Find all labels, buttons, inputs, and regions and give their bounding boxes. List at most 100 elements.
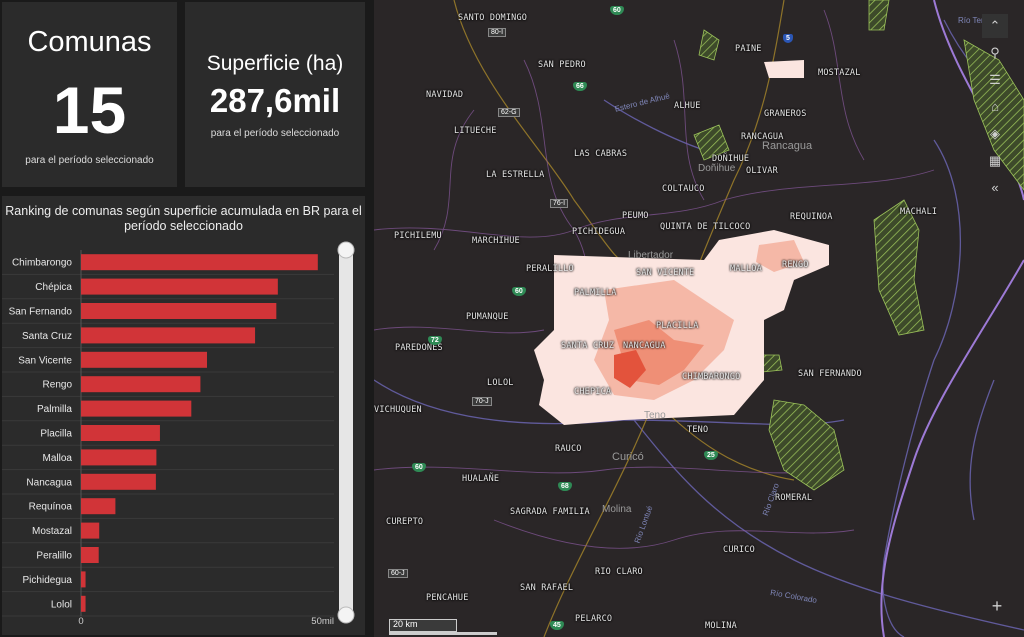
- bar-pichidegua[interactable]: [81, 571, 86, 588]
- zoom-in-button[interactable]: +: [984, 594, 1010, 620]
- bar-rengo[interactable]: [81, 376, 201, 393]
- bar-mostazal[interactable]: [81, 522, 100, 539]
- boundary-line: [673, 39, 705, 201]
- map-label: SAN FERNANDO: [798, 369, 862, 379]
- map-label: RAUCO: [555, 444, 582, 454]
- basemap-grid-icon[interactable]: ▦: [982, 149, 1008, 173]
- category-label: Mostazal: [32, 526, 72, 537]
- x-tick-label: 50mil: [311, 616, 334, 627]
- bar-requínoa[interactable]: [81, 498, 116, 515]
- category-label: Nancagua: [26, 477, 72, 488]
- category-label: Peralillo: [36, 551, 72, 562]
- bar-san-vicente[interactable]: [81, 351, 207, 368]
- category-label: Santa Cruz: [22, 331, 72, 342]
- map-label: ROMERAL: [775, 493, 813, 503]
- map-label: QUINTA DE TILCOCO: [660, 222, 751, 232]
- boundary-line: [374, 466, 835, 474]
- map-label: PUMANQUE: [466, 312, 509, 322]
- map-label: SANTA CRUZ: [561, 341, 615, 351]
- town-label: Rancagua: [762, 140, 813, 152]
- category-label: Lolol: [51, 599, 72, 610]
- bar-peralillo[interactable]: [81, 547, 99, 563]
- layers-icon[interactable]: ◈: [982, 122, 1008, 146]
- ranking-bar-chart[interactable]: Chimbarongo Chépica San Fernando Santa Cruz…: [2, 196, 365, 635]
- map-label: LA ESTRELLA: [486, 170, 545, 180]
- category-label: Chépica: [35, 282, 72, 293]
- map-label: PENCAHUE: [426, 593, 469, 603]
- town-label: Doñihue: [698, 163, 736, 174]
- map-label: SAN PEDRO: [538, 60, 586, 70]
- map-toolbar: ⌃ ⚲ ☰ ⌂ ◈ ▦ «: [982, 14, 1012, 203]
- bar-malloa[interactable]: [81, 449, 157, 466]
- chart-scrollbar-handle-top[interactable]: [337, 241, 355, 259]
- chart-scrollbar-track[interactable]: [339, 244, 353, 622]
- map-label: MALLOA: [730, 264, 762, 274]
- map-label: SAN RAFAEL: [520, 583, 574, 593]
- route-shield: 80-I: [488, 28, 507, 37]
- protected-area: [768, 399, 845, 491]
- boundary-line: [823, 9, 865, 161]
- category-label: Chimbarongo: [12, 258, 72, 269]
- bar-nancagua[interactable]: [81, 473, 156, 490]
- map-label: CHEPICA: [574, 387, 612, 397]
- bar-placilla[interactable]: [81, 425, 160, 441]
- protected-area: [868, 0, 890, 31]
- map-label: PEUMO: [622, 211, 649, 221]
- category-label: Malloa: [43, 453, 73, 464]
- map-label: RENGO: [782, 260, 809, 270]
- category-label: Requínoa: [29, 502, 73, 513]
- map-label: MOSTAZAL: [818, 68, 861, 78]
- map-label: PERALILLO: [526, 264, 574, 274]
- map-label: MOLINA: [705, 621, 737, 631]
- legend-list-icon[interactable]: ☰: [982, 68, 1008, 92]
- map-label: VICHUQUEN: [374, 405, 422, 415]
- bar-lolol[interactable]: [81, 595, 86, 612]
- kpi-superficie-card: Superficie (ha) 287,6mil para el período…: [185, 2, 365, 187]
- map-label: MACHALI: [900, 207, 938, 217]
- bar-san-fernando[interactable]: [81, 303, 277, 319]
- bar-chépica[interactable]: [81, 278, 278, 295]
- map-label: PICHILEMU: [394, 231, 442, 241]
- kpi-comunas-card: Comunas 15 para el período seleccionado: [2, 2, 177, 187]
- protected-area: [698, 29, 720, 61]
- map-label: COLTAUCO: [662, 184, 705, 194]
- x-tick-label: 0: [78, 616, 83, 627]
- map-label: HUALAÑE: [462, 474, 500, 484]
- town-label: Teno: [644, 410, 666, 421]
- map-label: REQUINOA: [790, 212, 833, 222]
- map-label: LOLOL: [487, 378, 514, 388]
- protected-area: [873, 199, 925, 336]
- kpi-comunas-title: Comunas: [27, 26, 152, 58]
- search-icon[interactable]: ⚲: [982, 41, 1008, 65]
- river-line: [969, 379, 995, 521]
- boundary-line: [374, 326, 545, 334]
- bar-chimbarongo[interactable]: [81, 254, 318, 271]
- bar-palmilla[interactable]: [81, 400, 192, 417]
- map-label: LITUECHE: [454, 126, 497, 136]
- route-shield: 62-G: [498, 108, 520, 117]
- route-shield: 60-J: [388, 569, 408, 578]
- category-label: San Vicente: [18, 355, 72, 366]
- map-label: TENO: [687, 425, 709, 435]
- burned-area-low: [764, 60, 804, 78]
- map-label: PELARCO: [575, 614, 613, 624]
- kpi-superficie-subtitle: para el período seleccionado: [210, 128, 340, 139]
- map-label: PICHIDEGUA: [572, 227, 626, 237]
- collapse-up-icon[interactable]: ⌃: [982, 14, 1008, 38]
- category-label: Pichidegua: [23, 575, 73, 586]
- scale-label: 20 km: [393, 619, 418, 629]
- map-label: CURICO: [723, 545, 755, 555]
- ranking-chart-card: Ranking de comunas según superficie acum…: [2, 196, 365, 635]
- map-label: PALMILLA: [574, 288, 617, 298]
- map-label: GRANEROS: [764, 109, 807, 119]
- bar-santa-cruz[interactable]: [81, 327, 256, 344]
- town-label: Libertador: [628, 250, 674, 261]
- route-shield: 70-J: [472, 397, 492, 406]
- town-label: Curicó: [612, 451, 644, 463]
- chart-scrollbar-handle-bottom[interactable]: [337, 606, 355, 624]
- home-icon[interactable]: ⌂: [982, 95, 1008, 119]
- map-label: RIO CLARO: [595, 567, 643, 577]
- collapse-left-icon[interactable]: «: [982, 176, 1008, 200]
- map-label: LAS CABRAS: [574, 149, 628, 159]
- map-view[interactable]: SANTO DOMINGO SAN PEDRO NAVIDAD LITUECHE…: [374, 0, 1024, 637]
